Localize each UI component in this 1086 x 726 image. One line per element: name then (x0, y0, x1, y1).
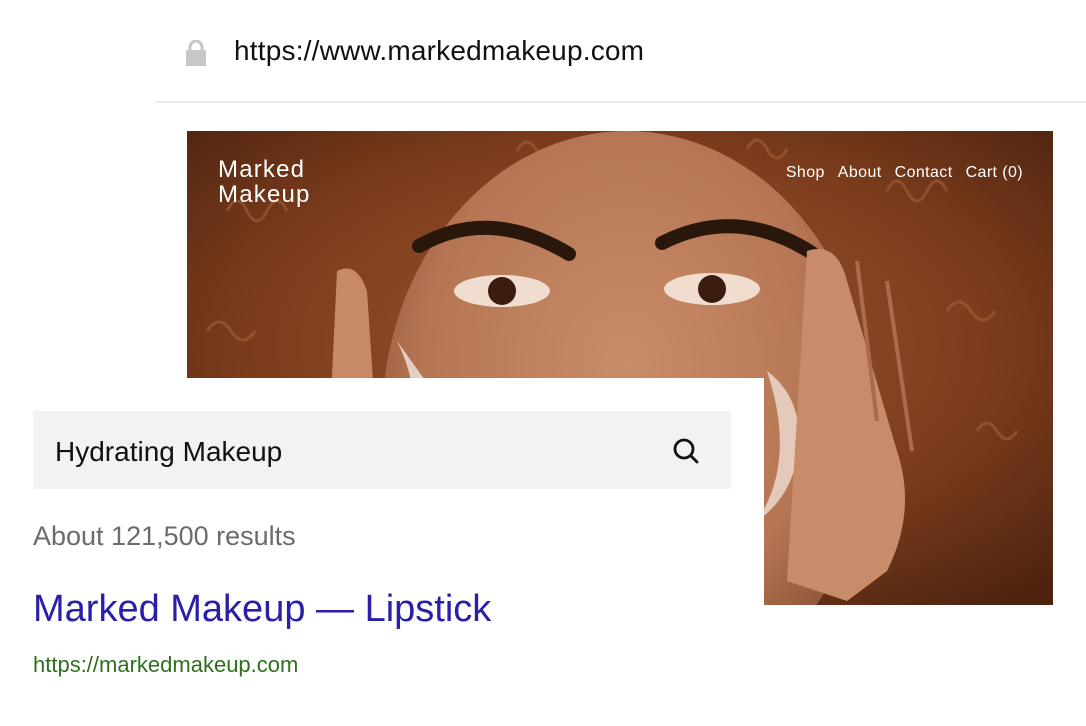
browser-address-bar[interactable]: https://www.markedmakeup.com (155, 0, 1086, 103)
search-icon[interactable] (672, 437, 700, 465)
site-nav: Shop About Contact Cart (0) (786, 164, 1023, 182)
lock-icon (186, 40, 206, 66)
nav-cart[interactable]: Cart (0) (966, 164, 1023, 182)
nav-about[interactable]: About (838, 164, 882, 182)
result-url-link[interactable]: https://markedmakeup.com (33, 652, 298, 678)
search-panel: Hydrating Makeup About 121,500 results M… (0, 378, 764, 726)
result-title-link[interactable]: Marked Makeup — Lipstick (33, 588, 491, 631)
site-logo[interactable]: Marked Makeup (218, 157, 311, 207)
page: https://www.markedmakeup.com Marked Make… (0, 0, 1086, 726)
address-url[interactable]: https://www.markedmakeup.com (234, 35, 644, 67)
search-query[interactable]: Hydrating Makeup (55, 436, 282, 468)
nav-shop[interactable]: Shop (786, 164, 825, 182)
results-count: About 121,500 results (33, 521, 296, 551)
nav-contact[interactable]: Contact (895, 164, 953, 182)
search-input[interactable]: Hydrating Makeup (33, 411, 731, 489)
